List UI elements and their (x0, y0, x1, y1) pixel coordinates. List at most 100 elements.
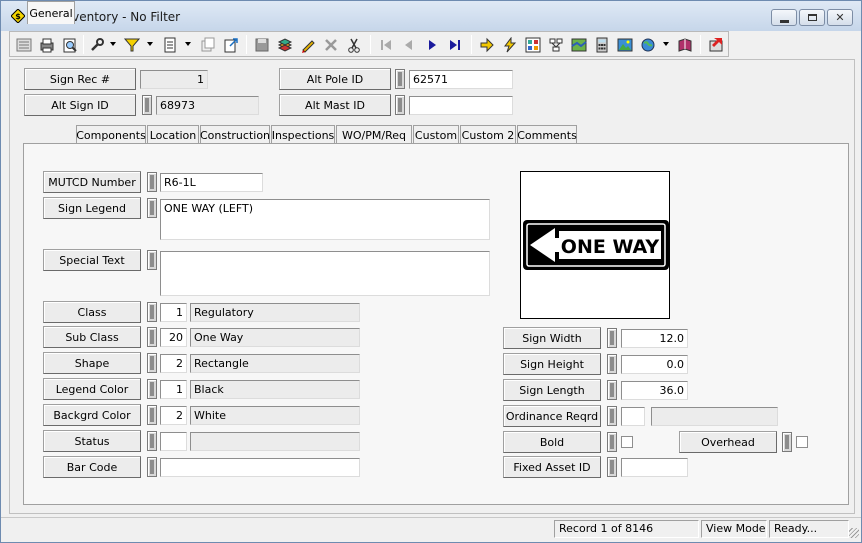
go-arrow-icon[interactable] (477, 35, 497, 54)
sub-class-flag[interactable] (147, 327, 157, 347)
overhead-label-button[interactable]: Overhead (679, 431, 777, 453)
status-label-button[interactable]: Status (43, 430, 141, 452)
list-view-icon[interactable] (14, 35, 34, 54)
globe-icon[interactable] (638, 35, 658, 54)
network-icon[interactable] (546, 35, 566, 54)
fixed-asset-id-flag[interactable] (607, 457, 617, 477)
globe-dropdown-caret[interactable] (663, 42, 669, 46)
map-icon[interactable] (569, 35, 589, 54)
layers-icon[interactable] (275, 35, 295, 54)
edit-pencil-icon[interactable] (298, 35, 318, 54)
mutcd-flag[interactable] (147, 172, 157, 192)
status-code-field[interactable] (160, 432, 187, 451)
tab-components[interactable]: Components (76, 125, 146, 144)
tab-inspections[interactable]: Inspections (271, 125, 335, 144)
ordinance-reqrd-flag[interactable] (607, 406, 617, 426)
copy-icon[interactable] (198, 35, 218, 54)
tab-custom[interactable]: Custom (413, 125, 459, 144)
alt-pole-id-field[interactable]: 62571 (409, 70, 513, 89)
class-flag[interactable] (147, 302, 157, 322)
filter-icon[interactable] (122, 35, 142, 54)
sign-width-field[interactable]: 12.0 (621, 329, 688, 348)
special-text-flag[interactable] (147, 250, 157, 270)
class-code-field[interactable]: 1 (160, 303, 187, 322)
fixed-asset-id-field[interactable] (621, 458, 688, 477)
calculator-icon[interactable] (592, 35, 612, 54)
grid-icon[interactable] (523, 35, 543, 54)
sign-width-label-button[interactable]: Sign Width (503, 327, 601, 349)
special-text-field[interactable] (160, 251, 490, 296)
sign-height-flag[interactable] (607, 354, 617, 374)
shape-label-button[interactable]: Shape (43, 352, 141, 374)
minimize-button[interactable] (771, 9, 797, 26)
legend-color-flag[interactable] (147, 379, 157, 399)
bold-label-button[interactable]: Bold (503, 431, 601, 453)
sign-length-label-button[interactable]: Sign Length (503, 379, 601, 401)
save-icon[interactable] (252, 35, 272, 54)
backgrd-color-label-button[interactable]: Backgrd Color (43, 404, 141, 426)
maximize-button[interactable] (799, 9, 825, 26)
shape-code-field[interactable]: 2 (160, 354, 187, 373)
previous-record-icon[interactable] (399, 35, 419, 54)
ordinance-reqrd-label-button[interactable]: Ordinance Reqrd (503, 405, 601, 427)
bar-code-label-button[interactable]: Bar Code (43, 456, 141, 478)
bar-code-flag[interactable] (147, 457, 157, 477)
first-record-icon[interactable] (376, 35, 396, 54)
backgrd-color-code-field[interactable]: 2 (160, 406, 187, 425)
tab-wo-pm-req[interactable]: WO/PM/Req (336, 125, 412, 144)
delete-icon[interactable] (321, 35, 341, 54)
print-preview-icon[interactable] (60, 35, 80, 54)
tab-comments[interactable]: Comments (517, 125, 577, 144)
alt-sign-id-label-button[interactable]: Alt Sign ID (24, 94, 136, 116)
lightning-icon[interactable] (500, 35, 520, 54)
overhead-flag[interactable] (782, 432, 792, 452)
sign-length-flag[interactable] (607, 380, 617, 400)
print-icon[interactable] (37, 35, 57, 54)
alt-mast-id-label-button[interactable]: Alt Mast ID (279, 94, 391, 116)
tab-construction[interactable]: Construction (200, 125, 270, 144)
status-flag[interactable] (147, 431, 157, 451)
tab-general[interactable]: General (27, 1, 75, 24)
resize-grip-icon[interactable] (849, 528, 859, 538)
fixed-asset-id-label-button[interactable]: Fixed Asset ID (503, 456, 601, 478)
sign-width-flag[interactable] (607, 328, 617, 348)
last-record-icon[interactable] (445, 35, 465, 54)
bar-code-field[interactable] (160, 458, 360, 477)
legend-color-code-field[interactable]: 1 (160, 380, 187, 399)
sign-legend-label-button[interactable]: Sign Legend (43, 197, 141, 219)
alt-mast-id-flag[interactable] (395, 95, 405, 115)
alt-pole-id-flag[interactable] (395, 69, 405, 89)
sign-height-field[interactable]: 0.0 (621, 355, 688, 374)
sign-rec-label-button[interactable]: Sign Rec # (24, 68, 136, 90)
sub-class-code-field[interactable]: 20 (160, 328, 187, 347)
exit-icon[interactable] (706, 35, 726, 54)
mutcd-number-field[interactable]: R6-1L (160, 173, 263, 192)
tools-dropdown-caret[interactable] (110, 42, 116, 46)
class-label-button[interactable]: Class (43, 301, 141, 323)
export-icon[interactable] (221, 35, 241, 54)
sign-height-label-button[interactable]: Sign Height (503, 353, 601, 375)
alt-sign-id-field[interactable]: 68973 (156, 96, 259, 115)
sign-legend-field[interactable]: ONE WAY (LEFT) (160, 199, 490, 240)
tools-icon[interactable] (87, 35, 107, 54)
tab-location[interactable]: Location (147, 125, 199, 144)
ordinance-reqrd-code-field[interactable] (621, 407, 645, 426)
alt-sign-id-flag[interactable] (142, 95, 152, 115)
close-button[interactable]: ✕ (827, 9, 853, 26)
tab-custom-2[interactable]: Custom 2 (460, 125, 516, 144)
special-text-label-button[interactable]: Special Text (43, 249, 141, 271)
sign-length-field[interactable]: 36.0 (621, 381, 688, 400)
bold-flag[interactable] (607, 432, 617, 452)
sign-legend-flag[interactable] (147, 198, 157, 218)
cut-icon[interactable] (344, 35, 364, 54)
bold-checkbox[interactable] (621, 436, 633, 448)
shape-flag[interactable] (147, 353, 157, 373)
report-dropdown-caret[interactable] (185, 42, 191, 46)
book-icon[interactable] (675, 35, 695, 54)
next-record-icon[interactable] (422, 35, 442, 54)
sub-class-label-button[interactable]: Sub Class (43, 326, 141, 348)
report-icon[interactable] (160, 35, 180, 54)
backgrd-color-flag[interactable] (147, 405, 157, 425)
image-icon[interactable] (615, 35, 635, 54)
alt-pole-id-label-button[interactable]: Alt Pole ID (279, 68, 391, 90)
